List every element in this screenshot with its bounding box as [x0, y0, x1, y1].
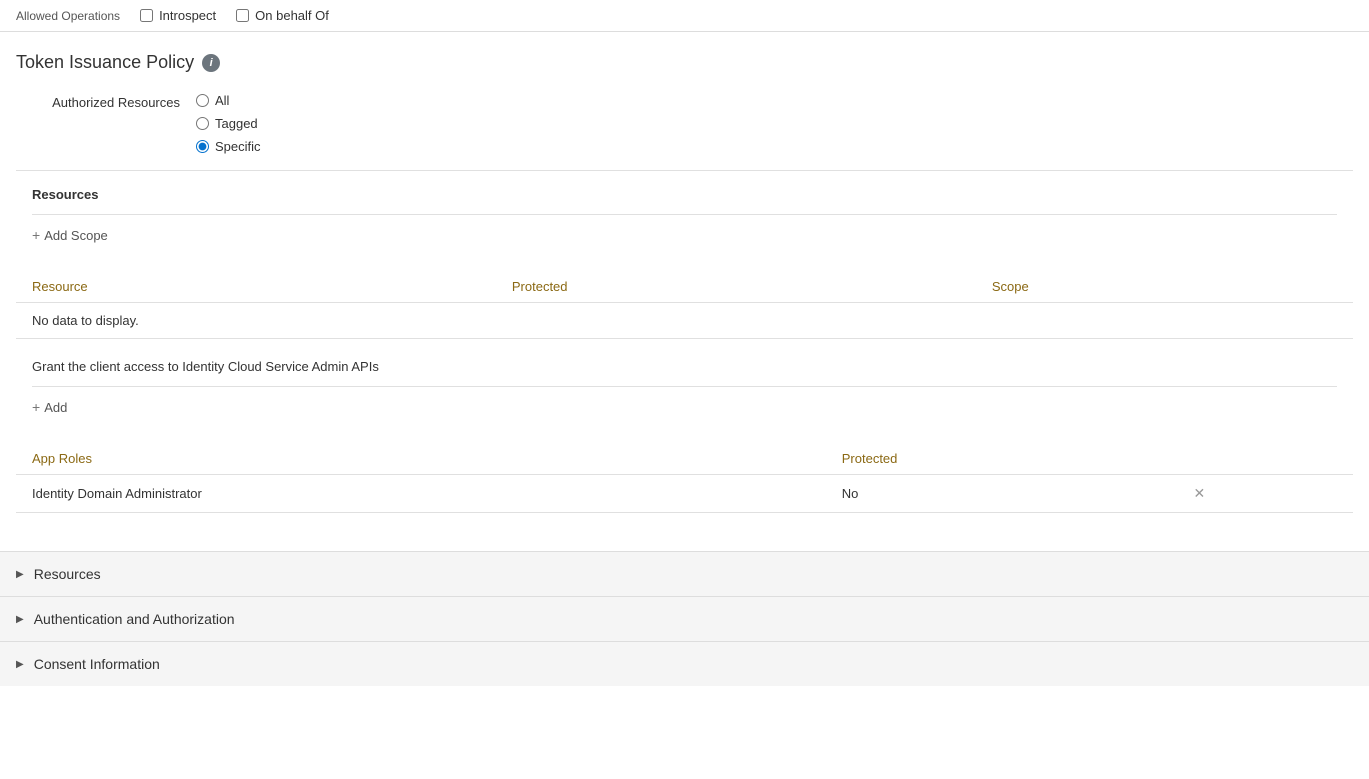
grant-title: Grant the client access to Identity Clou…: [32, 359, 1353, 374]
add-scope-button[interactable]: + Add Scope: [32, 227, 1353, 243]
radio-all: All: [196, 93, 261, 108]
radio-tagged-input[interactable]: [196, 117, 209, 130]
scope-col-header: Scope: [976, 271, 1353, 303]
app-roles-table: App Roles Protected Identity Domain Admi…: [16, 443, 1353, 513]
top-bar: Allowed Operations Introspect On behalf …: [0, 0, 1369, 32]
add-button[interactable]: + Add: [32, 399, 1353, 415]
on-behalf-of-label[interactable]: On behalf Of: [255, 8, 329, 23]
radio-specific-label[interactable]: Specific: [215, 139, 261, 154]
introspect-checkbox-group: Introspect: [140, 8, 216, 23]
collapsible-auth-label: Authentication and Authorization: [34, 611, 235, 627]
authorized-resources-row: Authorized Resources All Tagged Specific: [16, 93, 1353, 154]
resources-section-label: Resources: [32, 187, 1353, 202]
add-scope-label: Add Scope: [44, 228, 108, 243]
add-plus-icon: +: [32, 399, 40, 415]
app-roles-action-col-header: [1177, 443, 1353, 475]
radio-specific: Specific: [196, 139, 261, 154]
authorized-resources-radio-group: All Tagged Specific: [196, 93, 261, 154]
introspect-checkbox[interactable]: [140, 9, 153, 22]
info-icon[interactable]: i: [202, 54, 220, 72]
collapsible-sections: ▶ Resources ▶ Authentication and Authori…: [0, 551, 1369, 686]
radio-all-input[interactable]: [196, 94, 209, 107]
app-roles-header-row: App Roles Protected: [16, 443, 1353, 475]
resources-table: Resource Protected Scope No data to disp…: [16, 271, 1353, 339]
grant-section: Grant the client access to Identity Clou…: [16, 359, 1353, 513]
resources-section: Resources + Add Scope Resource Protected…: [16, 170, 1353, 339]
radio-tagged-label[interactable]: Tagged: [215, 116, 258, 131]
app-role-delete-cell: ✕: [1177, 475, 1353, 513]
no-data-message: No data to display.: [16, 303, 1353, 339]
radio-specific-input[interactable]: [196, 140, 209, 153]
resources-table-header-row: Resource Protected Scope: [16, 271, 1353, 303]
introspect-label[interactable]: Introspect: [159, 8, 216, 23]
add-label: Add: [44, 400, 67, 415]
chevron-auth-icon: ▶: [16, 614, 24, 625]
collapsible-auth[interactable]: ▶ Authentication and Authorization: [0, 596, 1369, 641]
collapsible-consent-label: Consent Information: [34, 656, 160, 672]
radio-tagged: Tagged: [196, 116, 261, 131]
on-behalf-of-checkbox-group: On behalf Of: [236, 8, 329, 23]
collapsible-resources-label: Resources: [34, 566, 101, 582]
resource-col-header: Resource: [16, 271, 496, 303]
allowed-operations-label: Allowed Operations: [16, 9, 120, 23]
app-role-value: Identity Domain Administrator: [16, 475, 826, 513]
app-roles-protected-col-header: Protected: [826, 443, 1178, 475]
table-row: Identity Domain Administrator No ✕: [16, 475, 1353, 513]
plus-icon: +: [32, 227, 40, 243]
authorized-resources-label: Authorized Resources: [16, 93, 196, 110]
token-issuance-policy-title: Token Issuance Policy: [16, 52, 194, 73]
main-content: Token Issuance Policy i Authorized Resou…: [0, 32, 1369, 541]
delete-row-button[interactable]: ✕: [1193, 485, 1205, 502]
radio-all-label[interactable]: All: [215, 93, 229, 108]
app-role-protected-value: No: [826, 475, 1178, 513]
app-roles-col-header: App Roles: [16, 443, 826, 475]
collapsible-consent[interactable]: ▶ Consent Information: [0, 641, 1369, 686]
chevron-consent-icon: ▶: [16, 659, 24, 670]
on-behalf-of-checkbox[interactable]: [236, 9, 249, 22]
protected-col-header: Protected: [496, 271, 976, 303]
token-issuance-policy-section: Token Issuance Policy i: [16, 52, 1353, 73]
collapsible-resources[interactable]: ▶ Resources: [0, 551, 1369, 596]
no-data-row: No data to display.: [16, 303, 1353, 339]
chevron-resources-icon: ▶: [16, 569, 24, 580]
